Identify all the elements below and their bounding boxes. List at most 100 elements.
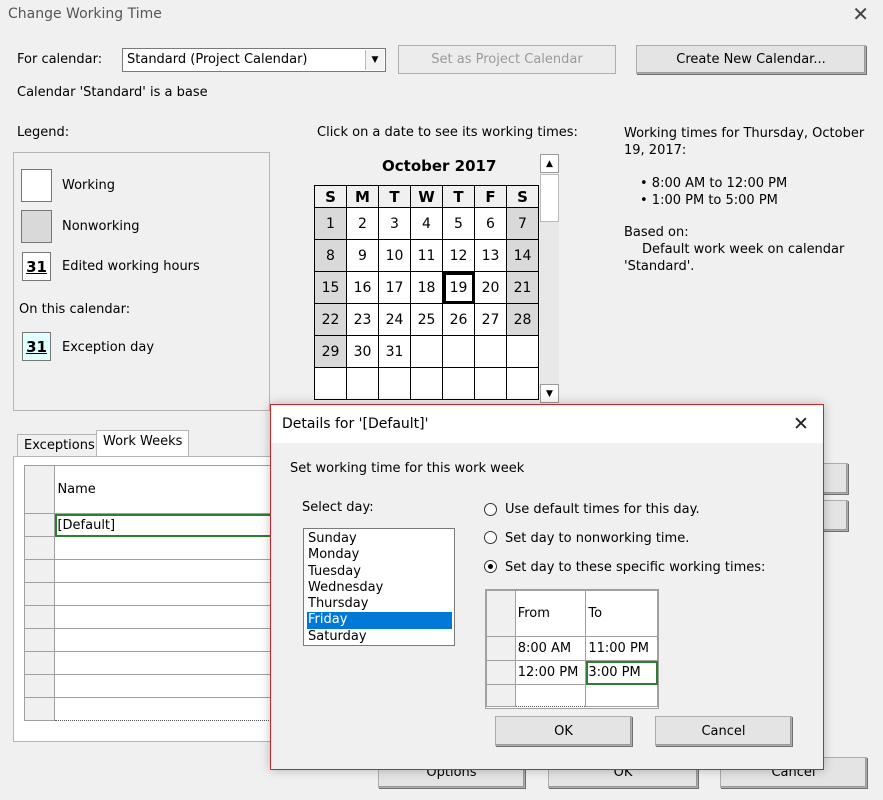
row-header[interactable] bbox=[23, 628, 56, 652]
day-header: F bbox=[474, 185, 507, 208]
calendar-day[interactable]: 17 bbox=[378, 271, 411, 304]
calendar-day[interactable]: 24 bbox=[378, 303, 411, 336]
calendar-day[interactable]: 27 bbox=[474, 303, 507, 336]
work-weeks-panel: Name [Default] bbox=[13, 456, 283, 742]
calendar-day[interactable]: 20 bbox=[474, 271, 507, 304]
radio-default-times[interactable] bbox=[484, 503, 497, 516]
calendar-day[interactable]: 12 bbox=[442, 239, 475, 272]
calendar-empty-cell bbox=[474, 367, 507, 400]
working-time-item: • 8:00 AM to 12:00 PM bbox=[640, 176, 788, 191]
calendar-day[interactable]: 4 bbox=[410, 207, 443, 240]
calendar-day[interactable]: 14 bbox=[506, 239, 539, 272]
work-week-name-cell[interactable] bbox=[54, 582, 282, 606]
work-week-name-cell[interactable] bbox=[54, 674, 282, 698]
to-cell[interactable]: 11:00 PM bbox=[585, 636, 658, 661]
work-week-name-cell[interactable]: [Default] bbox=[54, 513, 282, 537]
from-cell[interactable]: 12:00 PM bbox=[514, 660, 587, 685]
radio-specific-label[interactable]: Set day to these specific working times: bbox=[505, 560, 765, 575]
work-week-name-cell[interactable] bbox=[54, 628, 282, 652]
calendar-empty-cell bbox=[410, 335, 443, 368]
corner-cell bbox=[23, 465, 56, 514]
calendar-day[interactable]: 15 bbox=[314, 271, 347, 304]
set-as-project-calendar-button[interactable]: Set as Project Calendar bbox=[398, 45, 616, 74]
create-new-calendar-button[interactable]: Create New Calendar... bbox=[636, 45, 866, 74]
calendar-day[interactable]: 18 bbox=[410, 271, 443, 304]
close-icon[interactable]: ✕ bbox=[852, 4, 869, 24]
calendar-scrollbar[interactable] bbox=[540, 174, 559, 384]
calendar-day[interactable]: 22 bbox=[314, 303, 347, 336]
row-header[interactable] bbox=[23, 559, 56, 583]
to-cell[interactable]: 3:00 PM bbox=[585, 660, 658, 685]
day-list-item[interactable]: Monday bbox=[307, 547, 452, 563]
row-header[interactable] bbox=[23, 536, 56, 560]
day-header: M bbox=[346, 185, 379, 208]
calendar-day[interactable]: 21 bbox=[506, 271, 539, 304]
day-listbox[interactable]: Sunday Monday Tuesday Wednesday Thursday Frid… bbox=[303, 528, 455, 646]
dialog-titlebar: Details for '[Default]' ✕ bbox=[271, 405, 823, 443]
legend-panel: Working Nonworking 31 Edited working hou… bbox=[13, 152, 270, 411]
work-week-name-cell[interactable] bbox=[54, 536, 282, 560]
day-list-item[interactable]: Thursday bbox=[307, 596, 452, 612]
name-column-header: Name bbox=[54, 465, 282, 514]
day-list-item[interactable]: Saturday bbox=[307, 629, 452, 645]
row-header[interactable] bbox=[23, 674, 56, 698]
row-header[interactable] bbox=[23, 605, 56, 629]
scroll-down-icon[interactable]: ▼ bbox=[540, 384, 559, 403]
calendar-select[interactable]: Standard (Project Calendar) ▼ bbox=[122, 48, 386, 72]
row-header[interactable] bbox=[23, 651, 56, 675]
tab-work-weeks[interactable]: Work Weeks bbox=[96, 430, 190, 458]
calendar-day[interactable]: 31 bbox=[378, 335, 411, 368]
calendar-day[interactable]: 16 bbox=[346, 271, 379, 304]
to-cell[interactable] bbox=[585, 684, 658, 707]
work-week-name-cell[interactable] bbox=[54, 651, 282, 675]
tab-exceptions[interactable]: Exceptions bbox=[17, 434, 102, 458]
calendar-day[interactable]: 25 bbox=[410, 303, 443, 336]
dialog-cancel-button[interactable]: Cancel bbox=[655, 716, 792, 746]
work-week-name-cell[interactable] bbox=[54, 559, 282, 583]
day-list-item[interactable]: Friday bbox=[307, 612, 452, 629]
row-header[interactable] bbox=[23, 513, 56, 537]
radio-nonworking-label[interactable]: Set day to nonworking time. bbox=[505, 531, 689, 546]
calendar-day[interactable]: 11 bbox=[410, 239, 443, 272]
calendar-day[interactable]: 26 bbox=[442, 303, 475, 336]
scroll-up-icon[interactable]: ▲ bbox=[540, 154, 559, 173]
work-weeks-grid: Name [Default] bbox=[23, 465, 282, 721]
calendar-day[interactable]: 8 bbox=[314, 239, 347, 272]
radio-nonworking[interactable] bbox=[484, 531, 497, 544]
from-column-header: From bbox=[514, 590, 587, 637]
calendar-day[interactable]: 7 bbox=[506, 207, 539, 240]
calendar-day[interactable]: 30 bbox=[346, 335, 379, 368]
day-list-item[interactable]: Sunday bbox=[307, 531, 452, 547]
dialog-close-icon[interactable]: ✕ bbox=[793, 413, 809, 435]
work-week-name-cell[interactable] bbox=[54, 605, 282, 629]
from-cell[interactable]: 8:00 AM bbox=[514, 636, 587, 661]
dialog-ok-button[interactable]: OK bbox=[495, 716, 632, 746]
to-column-header: To bbox=[585, 590, 658, 637]
calendar-day[interactable]: 19 bbox=[442, 271, 475, 304]
from-cell[interactable] bbox=[514, 684, 587, 707]
scroll-thumb[interactable] bbox=[540, 174, 559, 222]
calendar-day[interactable]: 10 bbox=[378, 239, 411, 272]
calendar-empty-cell bbox=[506, 367, 539, 400]
calendar-day[interactable]: 23 bbox=[346, 303, 379, 336]
calendar-day[interactable]: 6 bbox=[474, 207, 507, 240]
calendar-day[interactable]: 28 bbox=[506, 303, 539, 336]
calendar-day[interactable]: 29 bbox=[314, 335, 347, 368]
calendar-day[interactable]: 2 bbox=[346, 207, 379, 240]
day-list-item[interactable]: Tuesday bbox=[307, 564, 452, 580]
row-header[interactable] bbox=[23, 582, 56, 606]
day-list-item[interactable]: Wednesday bbox=[307, 580, 452, 596]
calendar-empty-cell bbox=[378, 367, 411, 400]
calendar-day[interactable]: 13 bbox=[474, 239, 507, 272]
corner-cell bbox=[486, 590, 516, 637]
radio-default-label[interactable]: Use default times for this day. bbox=[505, 502, 700, 517]
radio-specific-times[interactable] bbox=[484, 560, 497, 573]
row-header[interactable] bbox=[23, 697, 56, 721]
work-week-name-cell[interactable] bbox=[54, 697, 282, 721]
row-header bbox=[486, 684, 516, 707]
calendar-day[interactable]: 1 bbox=[314, 207, 347, 240]
calendar-day[interactable]: 3 bbox=[378, 207, 411, 240]
chevron-down-icon[interactable]: ▼ bbox=[365, 50, 384, 70]
calendar-day[interactable]: 9 bbox=[346, 239, 379, 272]
calendar-day[interactable]: 5 bbox=[442, 207, 475, 240]
